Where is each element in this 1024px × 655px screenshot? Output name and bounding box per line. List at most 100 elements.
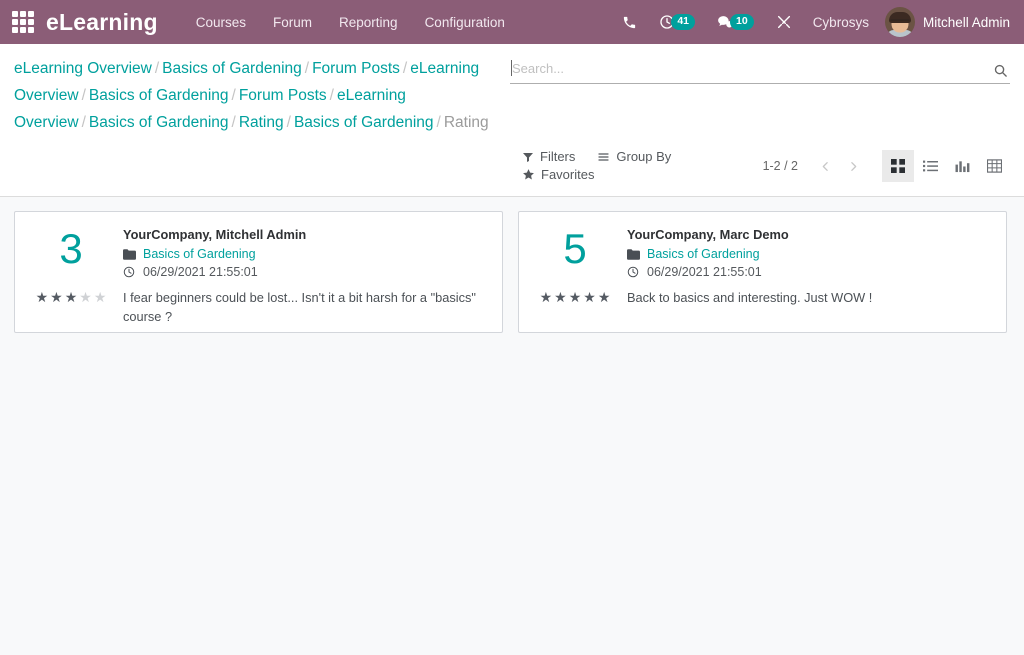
user-avatar <box>884 7 915 37</box>
pager-next-button[interactable] <box>840 153 866 179</box>
search-icon[interactable] <box>993 63 1010 78</box>
breadcrumb-separator: / <box>286 114 291 131</box>
course-link[interactable]: Basics of Gardening <box>143 247 256 261</box>
apps-menu-button[interactable] <box>0 0 46 44</box>
star-icon <box>523 169 534 180</box>
breadcrumb-link[interactable]: Basics of Gardening <box>294 114 434 131</box>
search-input[interactable] <box>510 61 993 79</box>
rating-value: 3 <box>59 225 83 272</box>
breadcrumb-separator: / <box>231 114 236 131</box>
star-filled-icon: ★ <box>597 289 611 305</box>
rating-date: 06/29/2021 21:55:01 <box>647 265 762 279</box>
breadcrumb-link[interactable]: Rating <box>239 114 284 131</box>
rating-stars: ★ ★ ★ ★ ★ <box>36 290 107 304</box>
activities-button[interactable]: 41 <box>648 0 706 44</box>
breadcrumb-separator: / <box>81 114 86 131</box>
navbar-right-tools: 41 10 Cybrosys Mitchell Admin <box>611 0 1014 44</box>
star-filled-icon: ★ <box>554 289 567 305</box>
menu-item-courses[interactable]: Courses <box>196 15 246 30</box>
apps-grid-icon <box>12 11 34 33</box>
control-panel: eLearning Overview / Basics of Gardening / F… <box>0 44 1024 197</box>
rating-card[interactable]: 3 ★ ★ ★ ★ ★ YourCompany, Mitchell Admin Basics … <box>14 211 503 333</box>
company-switcher[interactable]: Cybrosys <box>803 15 879 30</box>
star-filled-icon: ★ <box>568 289 582 305</box>
breadcrumb: eLearning Overview / Basics of Gardening / F… <box>14 53 510 136</box>
messages-count-badge: 10 <box>730 14 754 30</box>
folder-icon <box>123 248 136 260</box>
clock-icon <box>123 266 136 278</box>
app-brand-title[interactable]: eLearning <box>46 9 158 36</box>
star-filled-icon: ★ <box>50 289 63 305</box>
star-empty-icon: ★ <box>79 289 92 305</box>
view-button-pivot[interactable] <box>978 150 1010 182</box>
rating-summary: 3 ★ ★ ★ ★ ★ <box>23 226 119 320</box>
kanban-squares-icon <box>891 159 905 173</box>
search-caret <box>511 60 512 76</box>
breadcrumb-link[interactable]: Basics of Gardening <box>89 114 229 131</box>
rating-comment: I fear beginners could be lost... Isn't … <box>123 290 476 324</box>
kanban-view: 3 ★ ★ ★ ★ ★ YourCompany, Mitchell Admin Basics … <box>0 197 1024 633</box>
rating-stars: ★ ★ ★ ★ ★ <box>540 290 611 304</box>
main-menu: Courses Forum Reporting Configuration <box>196 15 505 30</box>
phone-icon <box>624 16 636 28</box>
rating-details: YourCompany, Mitchell Admin Basics of Gar… <box>119 226 492 324</box>
view-button-kanban[interactable] <box>882 150 914 182</box>
view-button-list[interactable] <box>914 150 946 182</box>
breadcrumb-separator: / <box>402 60 408 77</box>
breadcrumb-separator: / <box>329 87 334 104</box>
breadcrumb-link[interactable]: Basics of Gardening <box>89 87 229 104</box>
star-filled-icon: ★ <box>64 289 78 305</box>
view-switcher <box>882 150 1010 182</box>
menu-item-reporting[interactable]: Reporting <box>339 15 398 30</box>
breadcrumb-link[interactable]: eLearning Overview <box>14 60 152 77</box>
rating-details: YourCompany, Marc Demo Basics of Gardenin… <box>623 226 996 320</box>
search-options: Filters Group By Favorites <box>522 148 762 182</box>
bar-chart-icon <box>955 161 969 173</box>
breadcrumb-separator: / <box>231 87 236 104</box>
breadcrumb-link[interactable]: Basics of Gardening <box>162 60 302 77</box>
breadcrumb-separator: / <box>81 87 86 104</box>
course-link[interactable]: Basics of Gardening <box>647 247 760 261</box>
chevron-left-icon <box>822 161 828 171</box>
folder-icon <box>627 248 640 260</box>
favorites-dropdown-button[interactable]: Favorites <box>522 167 594 182</box>
date-row: 06/29/2021 21:55:01 <box>627 265 996 279</box>
rating-card[interactable]: 5 ★ ★ ★ ★ ★ YourCompany, Marc Demo Basics of Ga… <box>518 211 1007 333</box>
date-row: 06/29/2021 21:55:01 <box>123 265 492 279</box>
course-row: Basics of Gardening <box>123 247 492 261</box>
rating-author: YourCompany, Mitchell Admin <box>123 227 307 242</box>
rating-summary: 5 ★ ★ ★ ★ ★ <box>527 226 623 320</box>
activities-count-badge: 41 <box>671 14 695 30</box>
groupby-dropdown-button[interactable]: Group By <box>597 149 671 164</box>
course-row: Basics of Gardening <box>627 247 996 261</box>
breadcrumb-link[interactable]: Forum Posts <box>312 60 400 77</box>
star-filled-icon: ★ <box>539 289 553 305</box>
messages-button[interactable]: 10 <box>706 0 765 44</box>
rating-value: 5 <box>563 225 587 272</box>
phone-button[interactable] <box>611 0 648 44</box>
menu-item-forum[interactable]: Forum <box>273 15 312 30</box>
list-view-icon <box>922 160 938 172</box>
breadcrumb-separator: / <box>436 114 441 131</box>
menu-item-configuration[interactable]: Configuration <box>425 15 505 30</box>
star-empty-icon: ★ <box>93 289 107 305</box>
filters-dropdown-button[interactable]: Filters <box>522 149 575 164</box>
filters-label: Filters <box>540 149 576 164</box>
view-button-graph[interactable] <box>946 150 978 182</box>
groupby-label: Group By <box>616 149 672 164</box>
breadcrumb-separator: / <box>304 60 310 77</box>
control-panel-divider <box>0 196 1024 197</box>
rating-date: 06/29/2021 21:55:01 <box>143 265 258 279</box>
rating-comment: Back to basics and interesting. Just WOW… <box>627 290 873 305</box>
star-filled-icon: ★ <box>35 289 49 305</box>
list-lines-icon <box>598 152 609 161</box>
top-navbar: eLearning Courses Forum Reporting Config… <box>0 0 1024 44</box>
pager-previous-button[interactable] <box>812 153 838 179</box>
developer-tools-button[interactable] <box>765 0 803 44</box>
user-menu-button[interactable]: Mitchell Admin <box>879 7 1014 37</box>
breadcrumb-current: Rating <box>443 114 489 131</box>
breadcrumb-link[interactable]: Forum Posts <box>239 87 327 104</box>
search-bar[interactable] <box>510 57 1010 84</box>
pivot-table-icon <box>986 159 1002 173</box>
wrench-screwdriver-icon <box>777 15 790 29</box>
